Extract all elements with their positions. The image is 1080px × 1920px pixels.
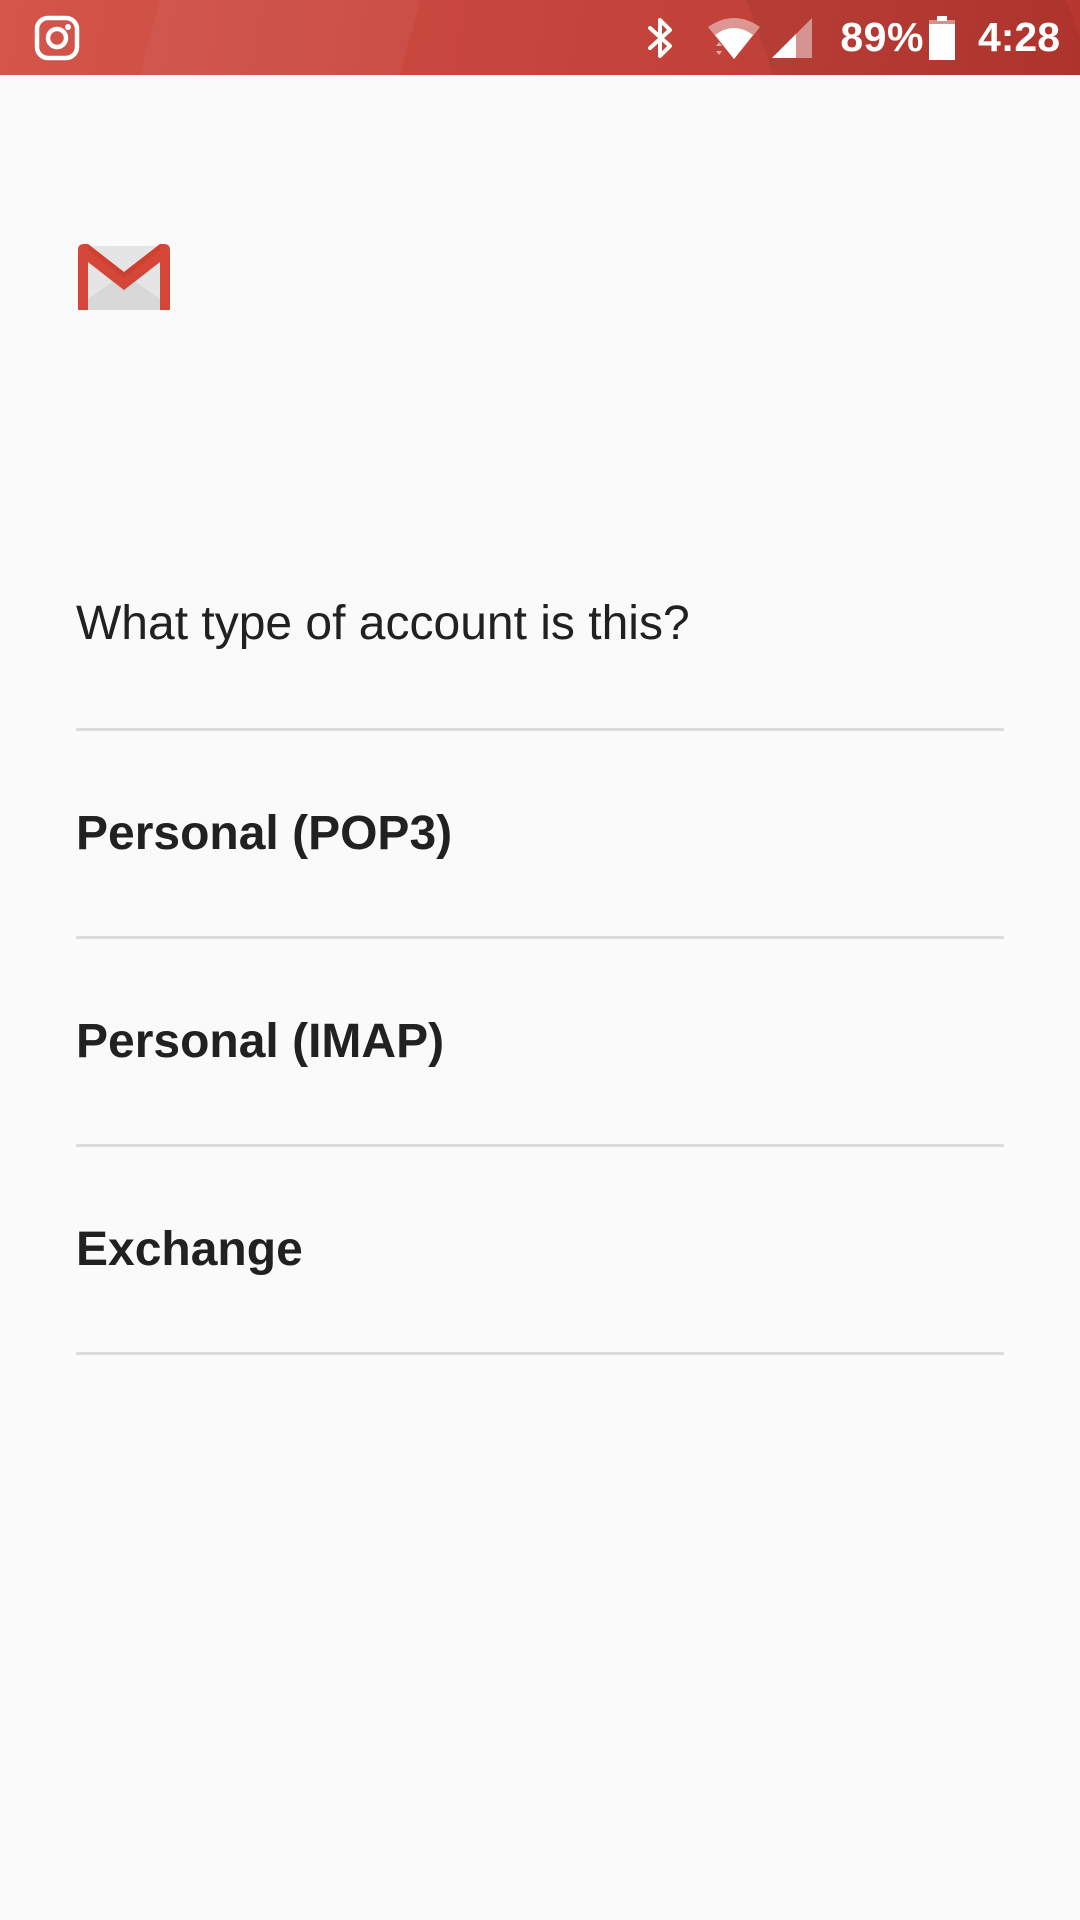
option-personal-imap[interactable]: Personal (IMAP) — [76, 939, 1004, 1144]
option-personal-pop3[interactable]: Personal (POP3) — [76, 731, 1004, 936]
wifi-icon — [706, 15, 762, 61]
option-label: Personal (POP3) — [76, 807, 453, 860]
cell-signal-icon — [770, 16, 814, 60]
account-type-question: What type of account is this? — [76, 597, 690, 650]
instagram-icon[interactable] — [34, 15, 80, 61]
option-label: Exchange — [76, 1223, 303, 1276]
status-bar: 89% 4:28 — [0, 0, 1080, 75]
battery-percent: 89% — [840, 14, 924, 60]
list-divider — [76, 1352, 1004, 1355]
gmail-logo-icon — [76, 240, 172, 312]
account-type-list: Personal (POP3) Personal (IMAP) Exchange — [76, 728, 1004, 1355]
option-exchange[interactable]: Exchange — [76, 1147, 1004, 1352]
status-bar-facet — [139, 0, 421, 75]
bluetooth-icon — [642, 15, 680, 61]
battery-icon — [928, 15, 956, 61]
option-label: Personal (IMAP) — [76, 1015, 445, 1068]
status-icons: 89% 4:28 — [642, 0, 1060, 75]
clock: 4:28 — [977, 14, 1060, 60]
